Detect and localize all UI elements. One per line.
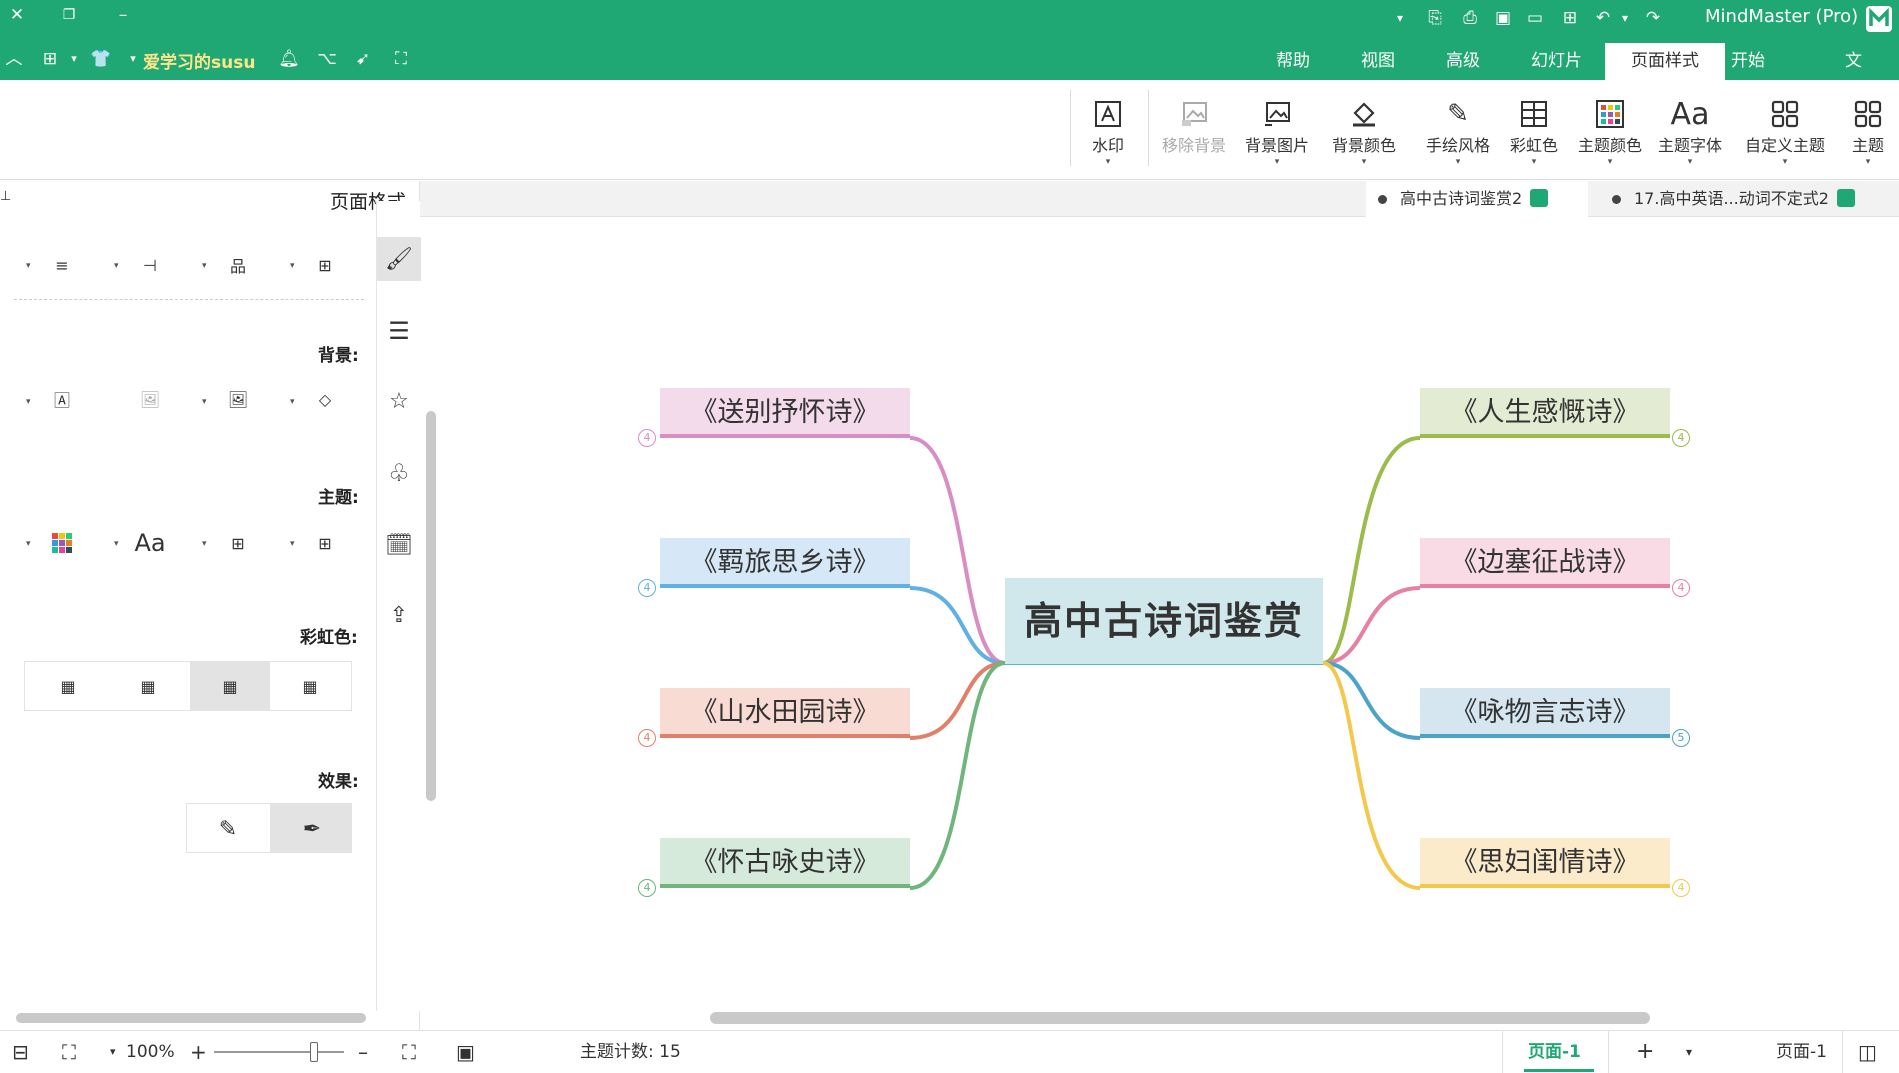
topic-node-right-4[interactable]: 《思妇闺情诗》 [1420,838,1670,888]
presentation-icon[interactable]: ▣ [456,1031,475,1073]
topic-count-badge[interactable]: 4 [638,579,656,597]
topic-count-badge[interactable]: 4 [1672,429,1690,447]
mindmap-connectors [909,436,1421,890]
topic-count: 主题计数: 15 [580,1042,681,1062]
topic-count-badge[interactable]: 4 [638,879,656,897]
page-label: 页面-1 [1776,1042,1827,1062]
status-separator [1502,1031,1503,1073]
central-topic[interactable]: 高中古诗词鉴赏 [1005,578,1323,664]
topic-node-right-1[interactable]: 《人生感慨诗》 [1420,388,1670,438]
zoom-slider-track[interactable] [214,1051,344,1053]
topic-count-badge[interactable]: 4 [638,429,656,447]
topic-node-left-3[interactable]: 《山水田园诗》 [660,688,910,738]
topic-count-badge[interactable]: 5 [1672,729,1690,747]
status-separator [1608,1031,1609,1073]
add-page-icon[interactable]: + [1636,1031,1654,1073]
topic-node-left-1[interactable]: 《送别抒怀诗》 [660,388,910,438]
topic-count-badge[interactable]: 4 [1672,579,1690,597]
topic-node-left-2[interactable]: 《羁旅思乡诗》 [660,538,910,588]
zoom-slider-thumb[interactable] [310,1042,318,1062]
fullscreen-icon[interactable]: ⛶ [402,1031,416,1073]
topic-count-badge[interactable]: 4 [638,729,656,747]
status-bar: ⊟ ⛶ ▾ 100% + – ⛶ ▣ 主题计数: 15 页面-1 + ▾ 页面-… [0,1030,1899,1073]
zoom-dropdown-icon[interactable]: ▾ [110,1031,116,1073]
collapse-all-icon[interactable]: ⊟ [12,1031,29,1073]
topic-node-right-2[interactable]: 《边塞征战诗》 [1420,538,1670,588]
topic-node-right-3[interactable]: 《咏物言志诗》 [1420,688,1670,738]
fit-page-icon[interactable]: ⛶ [62,1031,76,1073]
page-list-dropdown-icon[interactable]: ▾ [1686,1031,1692,1073]
page-tab-active[interactable]: 页面-1 [1528,1031,1581,1073]
canvas-h-scrollbar[interactable] [710,1012,1650,1024]
topic-node-left-4[interactable]: 《怀古咏史诗》 [660,838,910,888]
topic-count-badge[interactable]: 4 [1672,879,1690,897]
zoom-level[interactable]: 100% [126,1031,175,1073]
zoom-out-icon[interactable]: – [358,1031,368,1073]
status-separator [1842,1031,1843,1073]
page-panel-icon[interactable]: ◫ [1858,1031,1877,1073]
zoom-in-icon[interactable]: + [190,1031,207,1073]
